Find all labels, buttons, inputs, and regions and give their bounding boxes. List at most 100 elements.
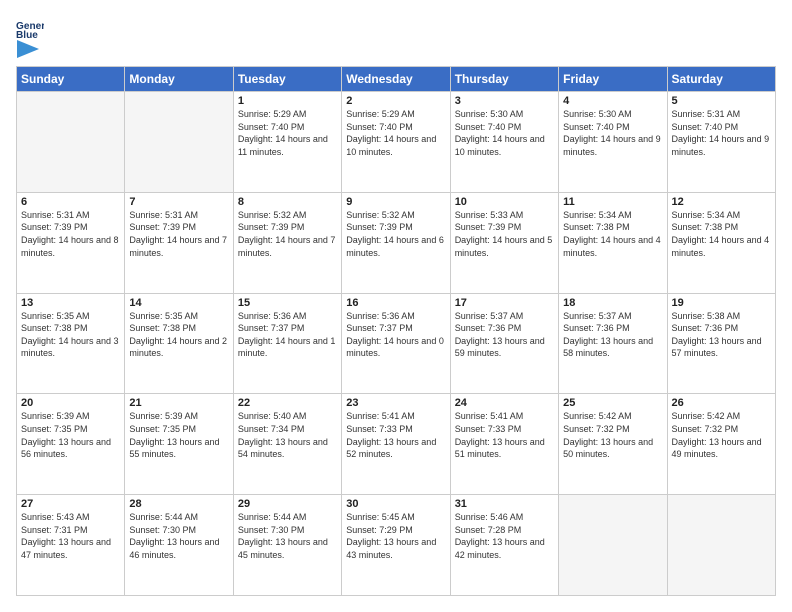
header: General Blue (16, 16, 776, 56)
day-info-text: Sunset: 7:34 PM (238, 423, 337, 436)
day-info-text: Daylight: 13 hours and 42 minutes. (455, 536, 554, 561)
day-info-text: Sunset: 7:39 PM (238, 221, 337, 234)
calendar-cell (667, 495, 775, 596)
page: General Blue SundayMondayTuesdayWednesda… (0, 0, 792, 612)
calendar-cell: 20Sunrise: 5:39 AMSunset: 7:35 PMDayligh… (17, 394, 125, 495)
day-info-text: Sunrise: 5:46 AM (455, 511, 554, 524)
day-info-text: Daylight: 14 hours and 10 minutes. (346, 133, 445, 158)
day-info-text: Sunset: 7:38 PM (129, 322, 228, 335)
calendar-cell (559, 495, 667, 596)
day-info-text: Sunset: 7:37 PM (346, 322, 445, 335)
day-info-text: Sunrise: 5:41 AM (455, 410, 554, 423)
calendar-cell: 27Sunrise: 5:43 AMSunset: 7:31 PMDayligh… (17, 495, 125, 596)
day-info-text: Daylight: 14 hours and 1 minute. (238, 335, 337, 360)
day-info-text: Daylight: 14 hours and 11 minutes. (238, 133, 337, 158)
day-info-text: Sunrise: 5:31 AM (672, 108, 771, 121)
day-info-text: Sunrise: 5:34 AM (672, 209, 771, 222)
day-info-text: Sunrise: 5:42 AM (563, 410, 662, 423)
day-number: 23 (346, 397, 445, 409)
day-info-text: Daylight: 14 hours and 0 minutes. (346, 335, 445, 360)
calendar-cell: 22Sunrise: 5:40 AMSunset: 7:34 PMDayligh… (233, 394, 341, 495)
day-info-text: Sunrise: 5:43 AM (21, 511, 120, 524)
day-number: 1 (238, 95, 337, 107)
day-info-text: Daylight: 14 hours and 6 minutes. (346, 234, 445, 259)
day-info-text: Sunrise: 5:41 AM (346, 410, 445, 423)
calendar-cell: 3Sunrise: 5:30 AMSunset: 7:40 PMDaylight… (450, 92, 558, 193)
calendar-cell: 4Sunrise: 5:30 AMSunset: 7:40 PMDaylight… (559, 92, 667, 193)
calendar-week-4: 20Sunrise: 5:39 AMSunset: 7:35 PMDayligh… (17, 394, 776, 495)
calendar-cell: 12Sunrise: 5:34 AMSunset: 7:38 PMDayligh… (667, 192, 775, 293)
calendar-cell: 28Sunrise: 5:44 AMSunset: 7:30 PMDayligh… (125, 495, 233, 596)
calendar-header-sunday: Sunday (17, 67, 125, 92)
day-number: 28 (129, 498, 228, 510)
calendar-header-thursday: Thursday (450, 67, 558, 92)
day-info-text: Sunrise: 5:39 AM (21, 410, 120, 423)
day-info-text: Sunrise: 5:35 AM (129, 310, 228, 323)
day-number: 7 (129, 196, 228, 208)
day-info-text: Sunrise: 5:30 AM (563, 108, 662, 121)
day-number: 11 (563, 196, 662, 208)
calendar-header-row: SundayMondayTuesdayWednesdayThursdayFrid… (17, 67, 776, 92)
day-info-text: Daylight: 13 hours and 45 minutes. (238, 536, 337, 561)
day-info-text: Sunrise: 5:32 AM (346, 209, 445, 222)
day-info-text: Sunset: 7:29 PM (346, 524, 445, 537)
day-info-text: Sunrise: 5:36 AM (346, 310, 445, 323)
day-info-text: Sunset: 7:40 PM (455, 121, 554, 134)
day-info-text: Daylight: 13 hours and 49 minutes. (672, 436, 771, 461)
day-info-text: Sunrise: 5:45 AM (346, 511, 445, 524)
calendar-cell: 7Sunrise: 5:31 AMSunset: 7:39 PMDaylight… (125, 192, 233, 293)
day-info-text: Sunrise: 5:32 AM (238, 209, 337, 222)
calendar-cell: 25Sunrise: 5:42 AMSunset: 7:32 PMDayligh… (559, 394, 667, 495)
day-number: 27 (21, 498, 120, 510)
day-info-text: Daylight: 13 hours and 56 minutes. (21, 436, 120, 461)
day-info-text: Sunrise: 5:42 AM (672, 410, 771, 423)
calendar-cell (17, 92, 125, 193)
day-info-text: Sunset: 7:39 PM (455, 221, 554, 234)
day-info-text: Daylight: 14 hours and 3 minutes. (21, 335, 120, 360)
calendar-cell (125, 92, 233, 193)
calendar-cell: 19Sunrise: 5:38 AMSunset: 7:36 PMDayligh… (667, 293, 775, 394)
day-number: 14 (129, 297, 228, 309)
calendar-cell: 21Sunrise: 5:39 AMSunset: 7:35 PMDayligh… (125, 394, 233, 495)
day-info-text: Daylight: 14 hours and 10 minutes. (455, 133, 554, 158)
day-number: 4 (563, 95, 662, 107)
day-info-text: Daylight: 13 hours and 43 minutes. (346, 536, 445, 561)
day-number: 2 (346, 95, 445, 107)
day-info-text: Daylight: 13 hours and 58 minutes. (563, 335, 662, 360)
day-info-text: Daylight: 14 hours and 8 minutes. (21, 234, 120, 259)
day-number: 8 (238, 196, 337, 208)
day-number: 31 (455, 498, 554, 510)
day-info-text: Sunrise: 5:35 AM (21, 310, 120, 323)
calendar-cell: 16Sunrise: 5:36 AMSunset: 7:37 PMDayligh… (342, 293, 450, 394)
calendar-header-monday: Monday (125, 67, 233, 92)
day-info-text: Daylight: 13 hours and 46 minutes. (129, 536, 228, 561)
calendar-cell: 30Sunrise: 5:45 AMSunset: 7:29 PMDayligh… (342, 495, 450, 596)
calendar-header-tuesday: Tuesday (233, 67, 341, 92)
day-info-text: Sunrise: 5:44 AM (129, 511, 228, 524)
day-info-text: Sunset: 7:31 PM (21, 524, 120, 537)
day-info-text: Sunset: 7:38 PM (563, 221, 662, 234)
calendar-header-saturday: Saturday (667, 67, 775, 92)
day-number: 25 (563, 397, 662, 409)
day-info-text: Daylight: 13 hours and 59 minutes. (455, 335, 554, 360)
day-info-text: Sunset: 7:40 PM (238, 121, 337, 134)
day-info-text: Sunrise: 5:44 AM (238, 511, 337, 524)
day-info-text: Sunset: 7:35 PM (129, 423, 228, 436)
day-number: 22 (238, 397, 337, 409)
day-info-text: Sunrise: 5:33 AM (455, 209, 554, 222)
calendar-cell: 11Sunrise: 5:34 AMSunset: 7:38 PMDayligh… (559, 192, 667, 293)
calendar-cell: 8Sunrise: 5:32 AMSunset: 7:39 PMDaylight… (233, 192, 341, 293)
calendar-cell: 10Sunrise: 5:33 AMSunset: 7:39 PMDayligh… (450, 192, 558, 293)
day-info-text: Sunrise: 5:34 AM (563, 209, 662, 222)
day-number: 26 (672, 397, 771, 409)
calendar-cell: 15Sunrise: 5:36 AMSunset: 7:37 PMDayligh… (233, 293, 341, 394)
day-info-text: Daylight: 14 hours and 7 minutes. (129, 234, 228, 259)
day-info-text: Daylight: 13 hours and 52 minutes. (346, 436, 445, 461)
day-info-text: Daylight: 14 hours and 9 minutes. (672, 133, 771, 158)
day-info-text: Sunset: 7:28 PM (455, 524, 554, 537)
day-info-text: Sunset: 7:36 PM (455, 322, 554, 335)
day-info-text: Sunset: 7:33 PM (455, 423, 554, 436)
day-number: 21 (129, 397, 228, 409)
day-info-text: Daylight: 14 hours and 9 minutes. (563, 133, 662, 158)
day-info-text: Sunrise: 5:29 AM (346, 108, 445, 121)
